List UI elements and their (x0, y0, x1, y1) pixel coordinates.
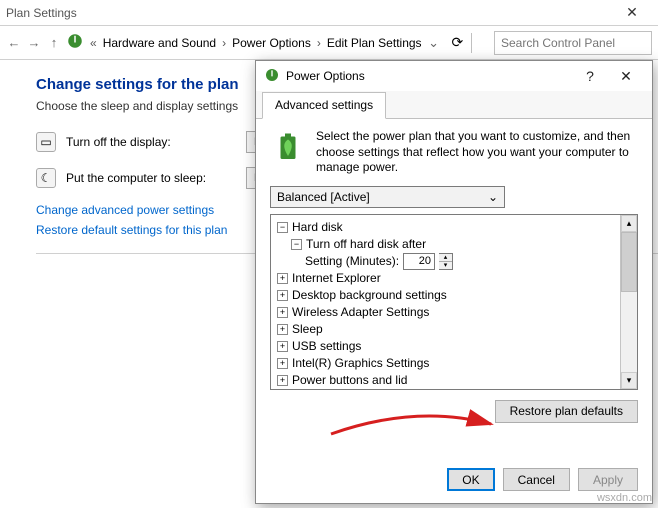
crumb-power[interactable]: Power Options (232, 36, 311, 50)
crumb-arrow-icon: › (315, 36, 323, 50)
expander-plus-icon[interactable]: + (277, 324, 288, 335)
node-internet-explorer[interactable]: Internet Explorer (292, 271, 381, 285)
sleep-moon-icon: ☾ (36, 168, 56, 188)
expander-plus-icon[interactable]: + (277, 341, 288, 352)
chevron-down-icon: ⌄ (488, 190, 498, 204)
expander-plus-icon[interactable]: + (277, 290, 288, 301)
window-title: Plan Settings (6, 6, 77, 20)
crumb-dropdown-button[interactable]: ⌄ (426, 35, 442, 51)
node-intel-graphics[interactable]: Intel(R) Graphics Settings (292, 356, 429, 370)
scroll-thumb[interactable] (621, 232, 637, 292)
node-wireless[interactable]: Wireless Adapter Settings (292, 305, 429, 319)
cancel-button[interactable]: Cancel (503, 468, 570, 491)
power-options-dialog: Power Options ? ✕ Advanced settings Sele… (255, 60, 653, 504)
window-titlebar: Plan Settings ✕ (0, 0, 658, 26)
display-label: Turn off the display: (66, 135, 236, 149)
battery-leaf-icon (270, 129, 306, 176)
search-input[interactable] (494, 31, 652, 55)
intro-text: Select the power plan that you want to c… (316, 129, 638, 176)
ok-button[interactable]: OK (447, 468, 494, 491)
minutes-spinner[interactable]: ▴▾ (439, 253, 453, 270)
dialog-titlebar: Power Options ? ✕ (256, 61, 652, 91)
expander-plus-icon[interactable]: + (277, 358, 288, 369)
setting-minutes-input[interactable] (403, 253, 435, 270)
node-sleep[interactable]: Sleep (292, 322, 323, 336)
dialog-button-row: OK Cancel Apply (256, 458, 652, 503)
sleep-label: Put the computer to sleep: (66, 171, 236, 185)
crumb-arrow-icon: « (88, 36, 99, 50)
restore-plan-defaults-button[interactable]: Restore plan defaults (495, 400, 638, 423)
scroll-up-button[interactable]: ▴ (621, 215, 637, 232)
crumb-hardware[interactable]: Hardware and Sound (103, 36, 216, 50)
node-usb[interactable]: USB settings (292, 339, 361, 353)
expander-minus-icon[interactable]: − (291, 239, 302, 250)
nav-toolbar: ← → ↑ « Hardware and Sound › Power Optio… (0, 26, 658, 60)
node-hard-disk[interactable]: Hard disk (292, 220, 343, 234)
intro-block: Select the power plan that you want to c… (270, 129, 638, 176)
node-desktop-bg[interactable]: Desktop background settings (292, 288, 447, 302)
nav-divider (471, 33, 472, 53)
settings-tree[interactable]: −Hard disk −Turn off hard disk after Set… (271, 215, 620, 389)
expander-plus-icon[interactable]: + (277, 307, 288, 318)
nav-forward-button[interactable]: → (26, 35, 42, 50)
scroll-track[interactable] (621, 292, 637, 372)
dialog-body: Select the power plan that you want to c… (256, 119, 652, 458)
nav-back-button[interactable]: ← (6, 35, 22, 50)
setting-minutes-label: Setting (Minutes): (305, 254, 399, 268)
scroll-down-button[interactable]: ▾ (621, 372, 637, 389)
window-close-button[interactable]: ✕ (612, 4, 652, 21)
tab-bar: Advanced settings (256, 91, 652, 119)
dialog-title: Power Options (286, 69, 572, 83)
expander-plus-icon[interactable]: + (277, 273, 288, 284)
expander-minus-icon[interactable]: − (277, 222, 288, 233)
power-plan-icon (66, 32, 84, 53)
apply-button[interactable]: Apply (578, 468, 638, 491)
nav-up-button[interactable]: ↑ (46, 35, 62, 50)
settings-tree-panel: −Hard disk −Turn off hard disk after Set… (270, 214, 638, 390)
watermark: wsxdn.com (597, 492, 652, 504)
display-icon: ▭ (36, 132, 56, 152)
crumb-edit-plan[interactable]: Edit Plan Settings (327, 36, 422, 50)
node-turn-off-hdd[interactable]: Turn off hard disk after (306, 237, 426, 251)
refresh-button[interactable]: ⟳ (452, 34, 464, 51)
tree-scrollbar[interactable]: ▴ ▾ (620, 215, 637, 389)
expander-plus-icon[interactable]: + (277, 375, 288, 386)
dialog-close-button[interactable]: ✕ (608, 68, 644, 85)
power-icon (264, 67, 280, 86)
plan-select-dropdown[interactable]: Balanced [Active] ⌄ (270, 186, 505, 208)
tab-advanced-settings[interactable]: Advanced settings (262, 92, 386, 119)
plan-selected-label: Balanced [Active] (277, 190, 370, 204)
crumb-arrow-icon: › (220, 36, 228, 50)
dialog-help-button[interactable]: ? (572, 68, 608, 84)
node-power-buttons[interactable]: Power buttons and lid (292, 373, 407, 387)
